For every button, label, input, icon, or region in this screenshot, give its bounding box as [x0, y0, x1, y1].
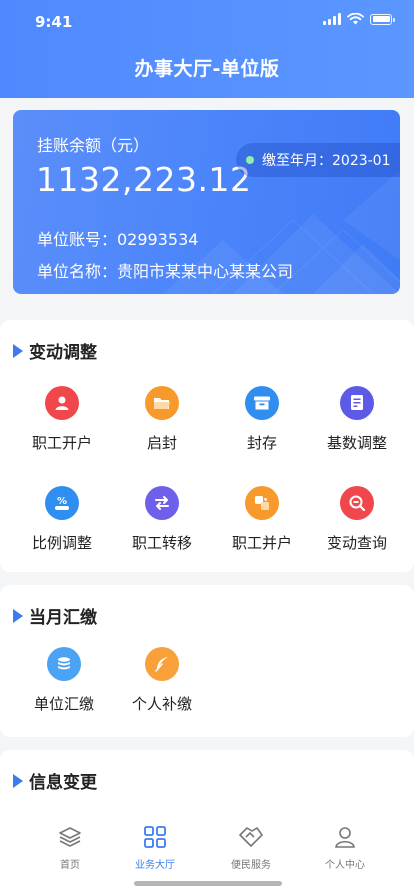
service-unit-payment[interactable]: 单位汇缴 [14, 647, 114, 714]
wifi-icon [347, 13, 364, 25]
service-personal-supplement[interactable]: 个人补缴 [112, 647, 212, 714]
balance-label: 挂账余额（元） [37, 136, 150, 155]
percent-icon: % [45, 486, 79, 520]
tab-business-hall[interactable]: 业务大厅 [110, 824, 200, 871]
due-month-badge: 缴至年月：2023-01 [236, 143, 400, 177]
tab-home[interactable]: 首页 [25, 824, 115, 871]
service-base-adjust[interactable]: 基数调整 [307, 386, 407, 453]
service-label: 个人补缴 [131, 695, 192, 713]
account-number: 单位账号：02993534 [37, 230, 199, 249]
tab-label: 首页 [60, 860, 80, 871]
service-label: 单位汇缴 [33, 695, 94, 713]
tab-convenience-service[interactable]: 便民服务 [206, 824, 296, 871]
status-dot-icon [246, 156, 254, 164]
triangle-marker-icon [13, 608, 23, 623]
section-title: 当月汇缴 [13, 603, 97, 628]
section-title-text: 当月汇缴 [29, 608, 97, 628]
tab-label: 个人中心 [325, 860, 365, 871]
balance-amount: 1132,223.12 [36, 160, 252, 199]
service-change-query[interactable]: 变动查询 [307, 486, 407, 553]
section-title: 变动调整 [13, 338, 97, 363]
section-title: 信息变更 [13, 768, 97, 793]
due-month-text: 缴至年月：2023-01 [262, 153, 391, 169]
triangle-marker-icon [13, 343, 23, 358]
service-seal[interactable]: 封存 [212, 386, 312, 453]
person-icon [45, 386, 79, 420]
service-label: 职工转移 [131, 534, 192, 552]
user-icon [300, 824, 390, 850]
service-label: 职工并户 [231, 534, 292, 552]
archive-icon [245, 386, 279, 420]
status-time: 9:41 [35, 13, 73, 31]
section-title-text: 信息变更 [29, 773, 97, 793]
system-icons [323, 13, 395, 25]
signal-icon [323, 13, 341, 25]
service-label: 变动查询 [326, 534, 387, 552]
coins-icon [47, 647, 81, 681]
section-monthly-payment: 当月汇缴 单位汇缴 个人补缴 [0, 585, 414, 737]
folder-icon [145, 386, 179, 420]
service-transfer[interactable]: 职工转移 [112, 486, 212, 553]
service-label: 比例调整 [31, 534, 92, 552]
document-icon [340, 386, 374, 420]
service-label: 启封 [146, 434, 177, 452]
service-ratio-adjust[interactable]: % 比例调整 [12, 486, 112, 553]
home-indicator [134, 881, 282, 886]
feather-icon [145, 647, 179, 681]
transfer-icon [145, 486, 179, 520]
tab-label: 便民服务 [231, 860, 271, 871]
tab-personal-center[interactable]: 个人中心 [300, 824, 390, 871]
service-label: 职工开户 [31, 434, 92, 452]
battery-icon [370, 13, 395, 25]
section-change-adjust: 变动调整 职工开户 启封 封存 基数调整 % 比例调整 职工转移 职工并户 变动… [0, 320, 414, 572]
handshake-icon [206, 824, 296, 850]
service-label: 基数调整 [326, 434, 387, 452]
section-title-text: 变动调整 [29, 343, 97, 363]
page-title: 办事大厅-单位版 [134, 58, 280, 80]
company-name: 单位名称：贵阳市某某中心某某公司 [37, 262, 294, 281]
grid-icon [110, 824, 200, 850]
triangle-marker-icon [13, 773, 23, 788]
status-bar: 9:41 [0, 0, 414, 44]
service-label: 封存 [246, 434, 277, 452]
search-icon [340, 486, 374, 520]
merge-icon [245, 486, 279, 520]
app-header: 9:41 办事大厅-单位版 [0, 0, 414, 98]
tab-label: 业务大厅 [135, 860, 175, 871]
service-unseal[interactable]: 启封 [112, 386, 212, 453]
layers-icon [25, 824, 115, 850]
service-open-account[interactable]: 职工开户 [12, 386, 112, 453]
svg-text:%: % [57, 496, 67, 507]
balance-card: 挂账余额（元） 1132,223.12 缴至年月：2023-01 单位账号：02… [13, 110, 400, 294]
service-merge-account[interactable]: 职工并户 [212, 486, 312, 553]
